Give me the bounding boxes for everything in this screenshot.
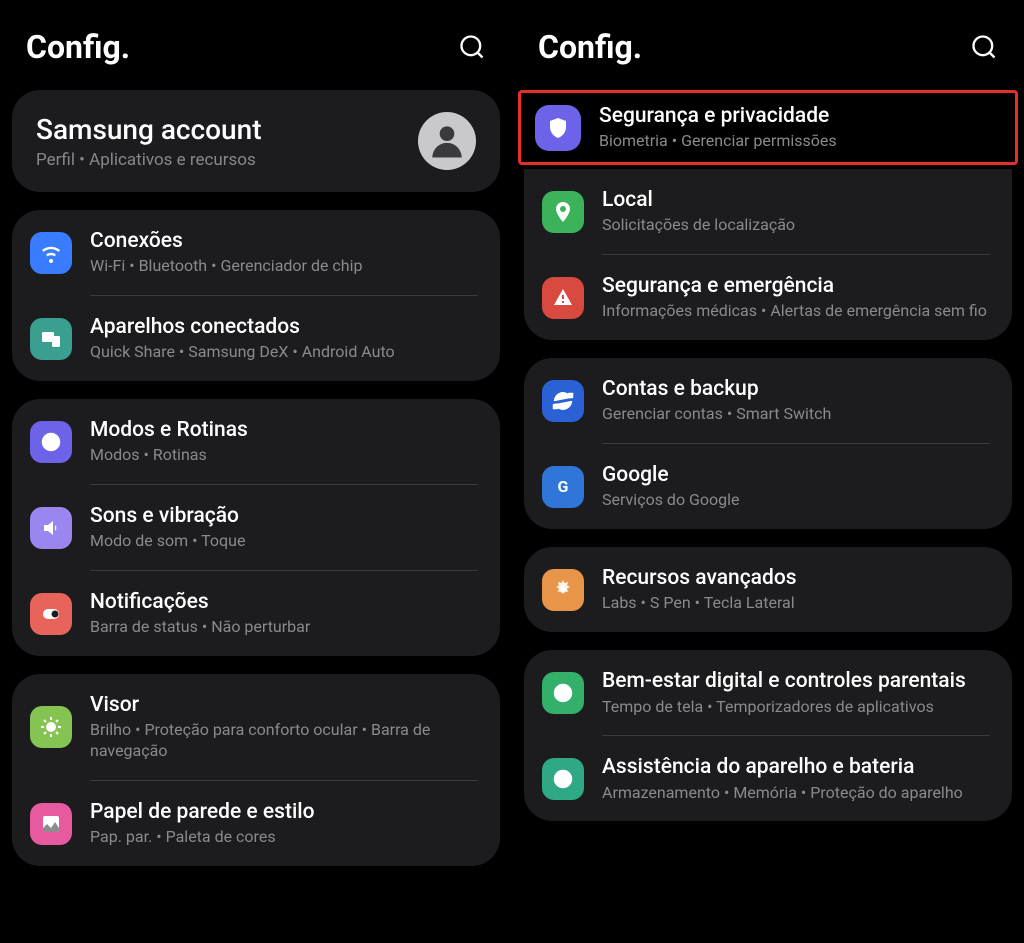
row-title: Segurança e privacidade: [599, 103, 999, 129]
notifications-icon: [30, 593, 72, 635]
row-sub: Solicitações de localização: [602, 215, 990, 236]
row-title: Contas e backup: [602, 376, 990, 402]
display-icon: [30, 706, 72, 748]
row-title: Papel de parede e estilo: [90, 799, 478, 825]
row-sub: Modo de som • Toque: [90, 531, 478, 552]
advanced-icon: [542, 569, 584, 611]
row-title: Recursos avançados: [602, 565, 990, 591]
row-local[interactable]: Local Solicitações de localização: [524, 169, 1012, 254]
row-sub: Biometria • Gerenciar permissões: [599, 131, 999, 152]
row-sub: Labs • S Pen • Tecla Lateral: [602, 593, 990, 614]
settings-group: Modos e Rotinas Modos • Rotinas Sons e v…: [12, 399, 500, 656]
row-title: Bem-estar digital e controles parentais: [602, 668, 990, 694]
row-title: Aparelhos conectados: [90, 314, 478, 340]
emergency-icon: [542, 277, 584, 319]
settings-group: Recursos avançados Labs • S Pen • Tecla …: [524, 547, 1012, 632]
row-title: Visor: [90, 692, 478, 718]
left-panel: Config. Samsung account Perfil • Aplicat…: [0, 0, 512, 943]
row-title: Local: [602, 187, 990, 213]
sound-icon: [30, 507, 72, 549]
wifi-icon: [30, 232, 72, 274]
row-sub: Informações médicas • Alertas de emergên…: [602, 301, 990, 322]
header-title: Config.: [538, 28, 642, 66]
row-title: Google: [602, 462, 990, 488]
header: Config.: [524, 0, 1012, 90]
samsung-account-card[interactable]: Samsung account Perfil • Aplicativos e r…: [12, 90, 500, 192]
highlight-seguranca: Segurança e privacidade Biometria • Gere…: [518, 90, 1018, 165]
row-aparelhos[interactable]: Aparelhos conectados Quick Share • Samsu…: [12, 296, 500, 381]
row-bemestar[interactable]: Bem-estar digital e controles parentais …: [524, 650, 1012, 735]
settings-group: Visor Brilho • Proteção para conforto oc…: [12, 674, 500, 866]
row-emergencia[interactable]: Segurança e emergência Informações médic…: [524, 255, 1012, 340]
routines-icon: [30, 421, 72, 463]
row-sons[interactable]: Sons e vibração Modo de som • Toque: [12, 485, 500, 570]
row-notificacoes[interactable]: Notificações Barra de status • Não pertu…: [12, 571, 500, 656]
row-title: Sons e vibração: [90, 503, 478, 529]
header-title: Config.: [26, 28, 130, 66]
row-title: Segurança e emergência: [602, 273, 990, 299]
header: Config.: [12, 0, 500, 90]
row-papel[interactable]: Papel de parede e estilo Pap. par. • Pal…: [12, 781, 500, 866]
wallpaper-icon: [30, 803, 72, 845]
row-google[interactable]: G Google Serviços do Google: [524, 444, 1012, 529]
row-title: Modos e Rotinas: [90, 417, 478, 443]
row-sub: Modos • Rotinas: [90, 445, 478, 466]
row-modos[interactable]: Modos e Rotinas Modos • Rotinas: [12, 399, 500, 484]
row-title: Assistência do aparelho e bateria: [602, 754, 990, 780]
row-sub: Wi-Fi • Bluetooth • Gerenciador de chip: [90, 256, 478, 277]
settings-group: Conexões Wi-Fi • Bluetooth • Gerenciador…: [12, 210, 500, 381]
row-title: Conexões: [90, 228, 478, 254]
shield-icon: [535, 105, 581, 151]
settings-group: Local Solicitações de localização Segura…: [524, 169, 1012, 340]
row-title: Notificações: [90, 589, 478, 615]
account-title: Samsung account: [36, 113, 262, 146]
search-icon[interactable]: [458, 33, 486, 61]
row-assist[interactable]: Assistência do aparelho e bateria Armaze…: [524, 736, 1012, 821]
location-icon: [542, 191, 584, 233]
row-sub: Gerenciar contas • Smart Switch: [602, 404, 990, 425]
row-sub: Tempo de tela • Temporizadores de aplica…: [602, 697, 990, 718]
row-conexoes[interactable]: Conexões Wi-Fi • Bluetooth • Gerenciador…: [12, 210, 500, 295]
devices-icon: [30, 318, 72, 360]
avatar: [418, 112, 476, 170]
row-sub: Brilho • Proteção para conforto ocular •…: [90, 720, 478, 762]
row-seguranca[interactable]: Segurança e privacidade Biometria • Gere…: [535, 103, 999, 152]
row-sub: Serviços do Google: [602, 490, 990, 511]
search-icon[interactable]: [970, 33, 998, 61]
device-care-icon: [542, 758, 584, 800]
row-sub: Barra de status • Não perturbar: [90, 617, 478, 638]
wellbeing-icon: [542, 672, 584, 714]
backup-icon: [542, 380, 584, 422]
row-sub: Quick Share • Samsung DeX • Android Auto: [90, 342, 478, 363]
row-visor[interactable]: Visor Brilho • Proteção para conforto oc…: [12, 674, 500, 780]
account-sub: Perfil • Aplicativos e recursos: [36, 150, 262, 170]
right-panel: Config. Segurança e privacidade Biometri…: [512, 0, 1024, 943]
settings-group: Bem-estar digital e controles parentais …: [524, 650, 1012, 821]
row-sub: Armazenamento • Memória • Proteção do ap…: [602, 783, 990, 804]
settings-group: Contas e backup Gerenciar contas • Smart…: [524, 358, 1012, 529]
row-recursos[interactable]: Recursos avançados Labs • S Pen • Tecla …: [524, 547, 1012, 632]
row-contas[interactable]: Contas e backup Gerenciar contas • Smart…: [524, 358, 1012, 443]
row-sub: Pap. par. • Paleta de cores: [90, 827, 478, 848]
google-icon: G: [542, 466, 584, 508]
svg-text:G: G: [558, 477, 569, 496]
